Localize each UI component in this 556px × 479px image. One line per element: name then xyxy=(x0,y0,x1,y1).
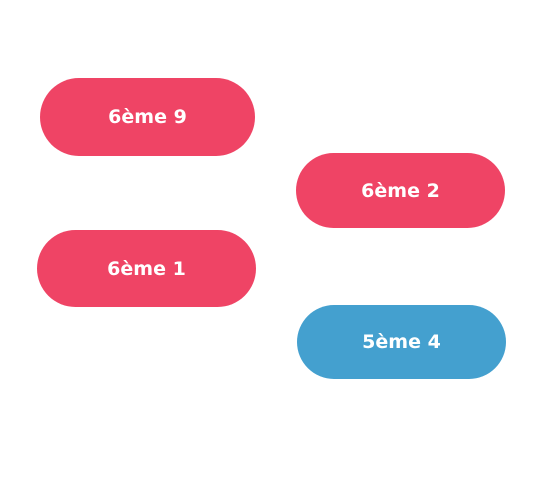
class-button-5eme-4[interactable]: 5ème 4 xyxy=(297,305,506,379)
class-selection-canvas: 6ème 9 6ème 2 6ème 1 5ème 4 xyxy=(0,0,556,479)
class-button-label: 6ème 1 xyxy=(107,257,186,280)
class-button-label: 5ème 4 xyxy=(362,331,441,353)
class-button-6eme-1[interactable]: 6ème 1 xyxy=(37,230,256,307)
class-button-label: 6ème 2 xyxy=(361,179,440,202)
class-button-6eme-2[interactable]: 6ème 2 xyxy=(296,153,505,228)
class-button-6eme-9[interactable]: 6ème 9 xyxy=(40,78,255,156)
class-button-label: 6ème 9 xyxy=(108,106,187,128)
